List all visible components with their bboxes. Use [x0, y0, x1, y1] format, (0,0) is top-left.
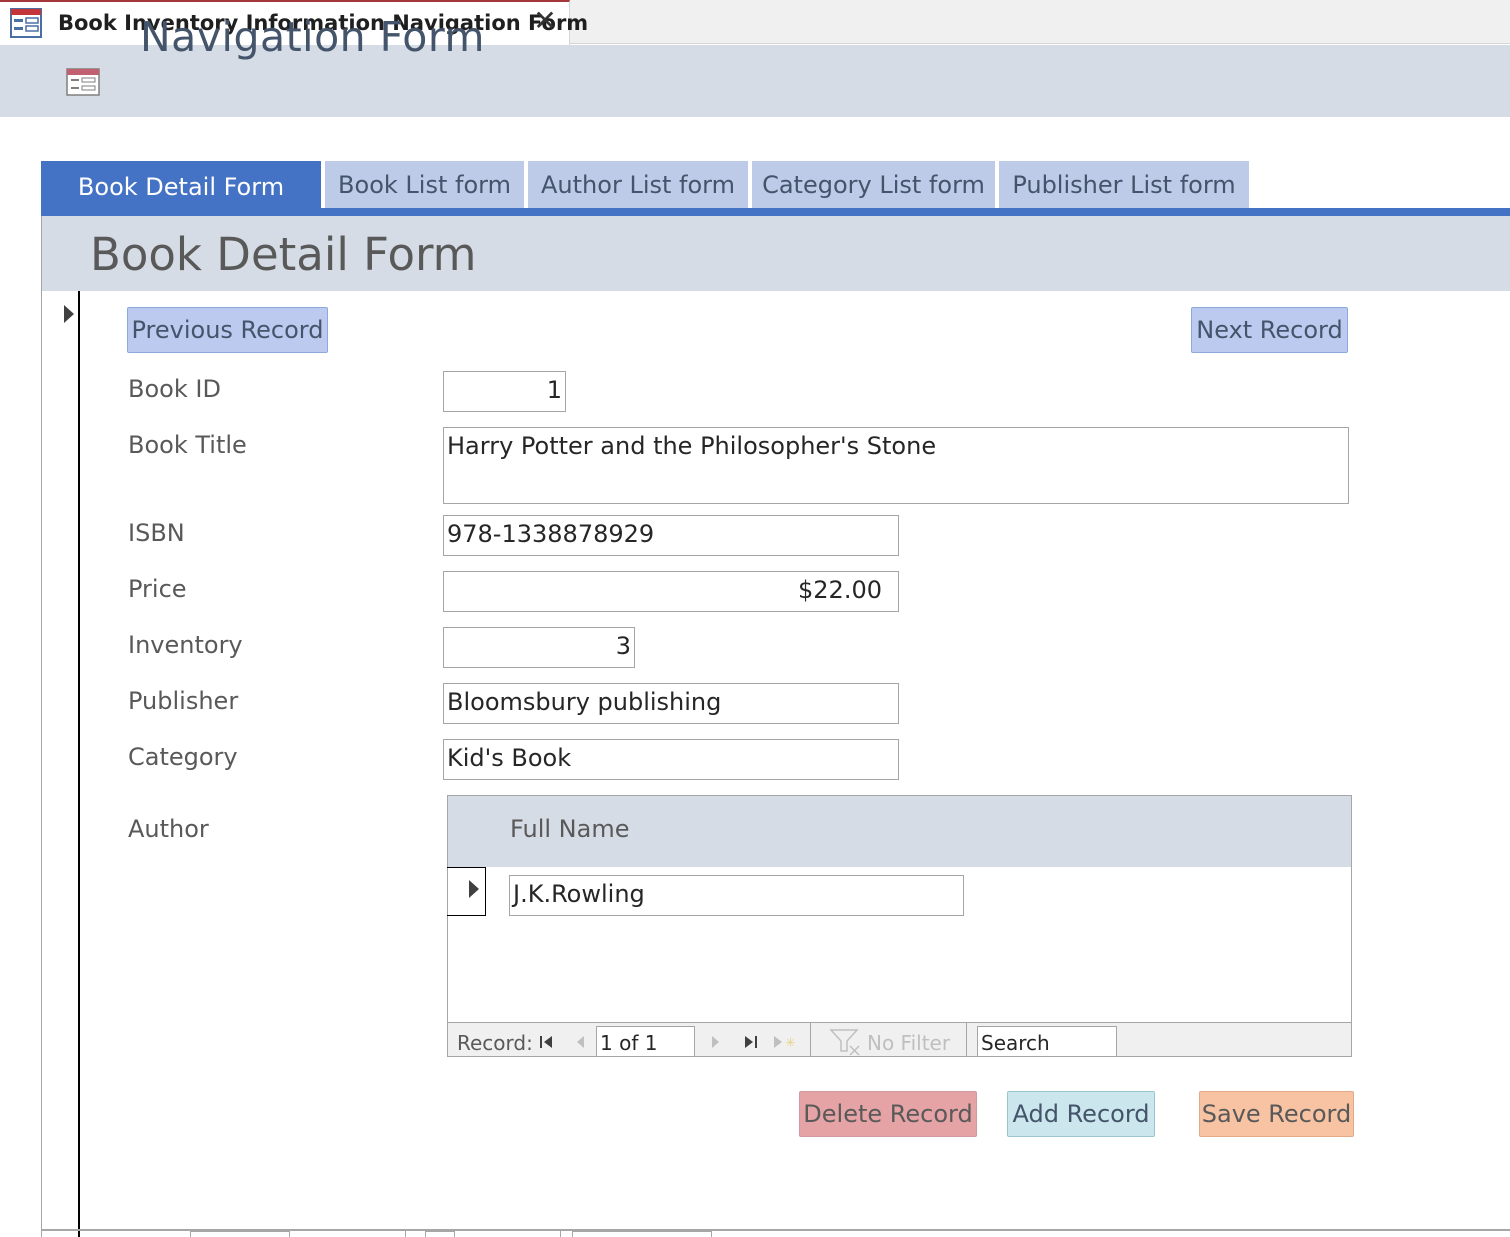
tab-underline: [41, 208, 1510, 216]
filter-icon[interactable]: [828, 1027, 864, 1057]
page-title: Navigation Form: [140, 13, 485, 61]
close-icon[interactable]: ✕: [530, 4, 560, 38]
status-stub: [425, 1231, 455, 1237]
previous-record-icon[interactable]: [574, 1035, 586, 1049]
full-name-column-header: Full Name: [510, 815, 630, 843]
tab-book-detail-form[interactable]: Book Detail Form: [41, 161, 321, 213]
author-label: Author: [128, 815, 209, 843]
isbn-field[interactable]: 978-1338878929: [443, 515, 899, 556]
record-nav-label: Record:: [457, 1031, 533, 1055]
publisher-label: Publisher: [128, 687, 239, 715]
tab-book-list-form[interactable]: Book List form: [325, 161, 524, 209]
status-divider: [405, 1229, 406, 1237]
next-record-button[interactable]: Next Record: [1191, 307, 1348, 353]
isbn-label: ISBN: [128, 519, 185, 547]
delete-record-button[interactable]: Delete Record: [799, 1091, 977, 1137]
first-record-icon[interactable]: [538, 1034, 554, 1050]
tab-category-list-form[interactable]: Category List form: [752, 161, 995, 209]
form-icon: [10, 8, 42, 38]
nav-separator: [966, 1022, 967, 1056]
subform-border: [41, 216, 42, 1237]
status-divider: [560, 1229, 561, 1237]
tab-publisher-list-form[interactable]: Publisher List form: [999, 161, 1249, 209]
search-input[interactable]: Search: [977, 1026, 1117, 1057]
current-record-icon: [64, 305, 74, 323]
status-stub: [572, 1231, 712, 1237]
nav-separator: [810, 1022, 811, 1056]
book-title-label: Book Title: [128, 431, 247, 459]
price-label: Price: [128, 575, 187, 603]
book-title-field[interactable]: Harry Potter and the Philosopher's Stone: [443, 427, 1349, 504]
subform-title: Book Detail Form: [90, 228, 477, 281]
category-label: Category: [128, 743, 238, 771]
book-id-field[interactable]: 1: [443, 371, 566, 412]
no-filter-label[interactable]: No Filter: [867, 1031, 950, 1055]
book-id-label: Book ID: [128, 375, 221, 403]
record-selector-divider: [78, 291, 80, 1237]
price-field[interactable]: $22.00: [443, 571, 899, 612]
publisher-field[interactable]: Bloomsbury publishing: [443, 683, 899, 724]
inventory-label: Inventory: [128, 631, 243, 659]
new-record-icon[interactable]: ✳: [772, 1034, 800, 1050]
last-record-icon[interactable]: [743, 1034, 759, 1050]
current-record-icon: [469, 880, 479, 898]
form-icon: [66, 68, 100, 96]
next-record-icon[interactable]: [710, 1035, 722, 1049]
add-record-button[interactable]: Add Record: [1007, 1091, 1155, 1137]
save-record-button[interactable]: Save Record: [1199, 1091, 1354, 1137]
author-full-name-field[interactable]: J.K.Rowling: [509, 875, 964, 916]
status-stub: [190, 1231, 290, 1237]
tab-author-list-form[interactable]: Author List form: [528, 161, 748, 209]
category-field[interactable]: Kid's Book: [443, 739, 899, 780]
svg-text:✳: ✳: [785, 1036, 796, 1050]
previous-record-button[interactable]: Previous Record: [127, 307, 328, 353]
inventory-field[interactable]: 3: [443, 627, 635, 668]
current-record-box[interactable]: 1 of 1: [596, 1026, 695, 1057]
